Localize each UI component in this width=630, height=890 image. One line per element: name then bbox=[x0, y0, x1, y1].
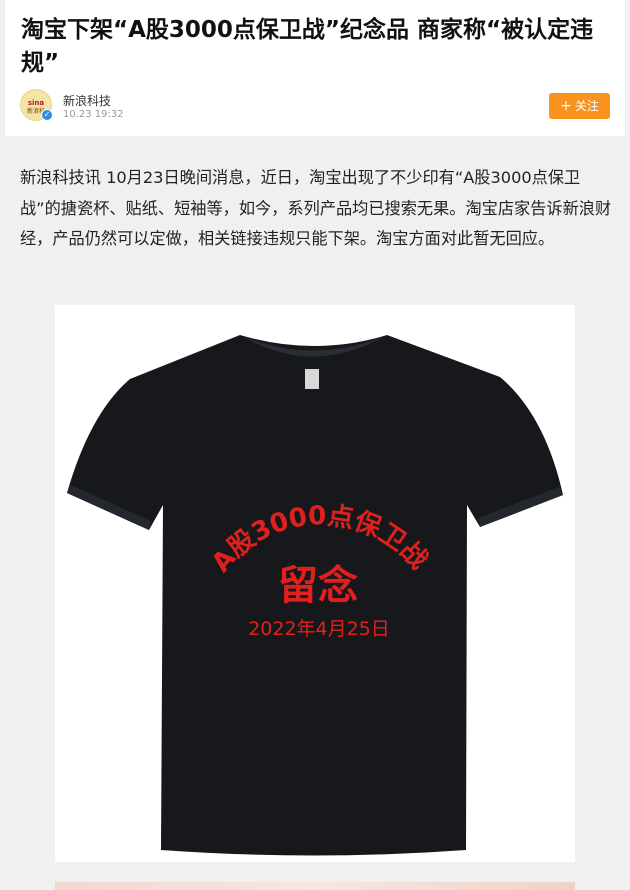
article-header: 淘宝下架“A股3000点保卫战”纪念品 商家称“被认定违规” sina 新浪科 … bbox=[5, 0, 625, 136]
verified-check-icon: ✓ bbox=[41, 109, 53, 121]
publish-time: 10.23 19:32 bbox=[63, 109, 124, 120]
print-date-text: 2022年4月25日 bbox=[248, 618, 390, 640]
neck-label bbox=[305, 369, 319, 389]
follow-button[interactable]: + 关注 bbox=[549, 93, 610, 119]
t-shirt-icon: A股3000点保卫战 留念 2022年4月25日 bbox=[67, 335, 563, 856]
print-center-text: 留念 bbox=[278, 563, 358, 609]
next-image-preview bbox=[55, 882, 575, 890]
follow-label: 关注 bbox=[574, 99, 599, 113]
plus-icon: + bbox=[560, 98, 572, 114]
article-body: 新浪科技讯 10月23日晚间消息，近日，淘宝出现了不少印有“A股3000点保卫战… bbox=[20, 168, 612, 248]
article-title: 淘宝下架“A股3000点保卫战”纪念品 商家称“被认定违规” bbox=[21, 17, 594, 76]
avatar-logo-text: sina bbox=[27, 99, 45, 107]
article-image[interactable]: A股3000点保卫战 留念 2022年4月25日 bbox=[55, 305, 575, 862]
author-name[interactable]: 新浪科技 bbox=[63, 92, 111, 109]
